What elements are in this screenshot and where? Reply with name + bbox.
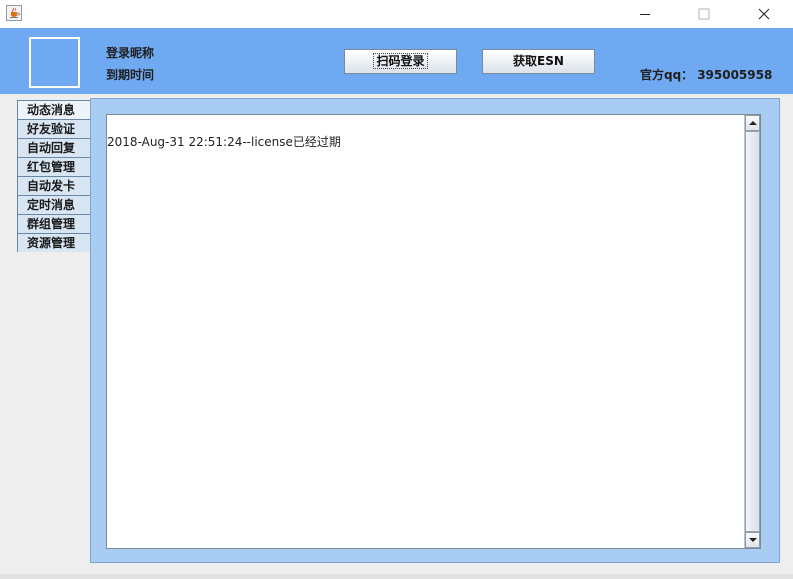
title-bar: [0, 0, 793, 28]
scan-login-label: 扫码登录: [373, 53, 428, 69]
official-qq-label: 官方qq：: [640, 68, 694, 82]
scan-login-button[interactable]: 扫码登录: [344, 49, 457, 74]
maximize-button[interactable]: [681, 0, 727, 28]
scroll-down-button[interactable]: [745, 532, 760, 548]
minimize-icon: [640, 14, 650, 15]
official-qq-number: 395005958: [697, 68, 773, 82]
header-bar: 登录昵称 到期时间 扫码登录 获取ESN 官方qq： 395005958: [0, 28, 793, 94]
tab-scheduled-messages[interactable]: 定时消息: [17, 195, 90, 214]
scroll-thumb[interactable]: [745, 131, 760, 532]
log-line: 2018-Aug-31 22:51:24--license已经过期: [107, 135, 341, 149]
tab-auto-card-delivery[interactable]: 自动发卡: [17, 176, 90, 195]
arrow-up-icon: [749, 121, 757, 125]
tab-dynamic-messages[interactable]: 动态消息: [17, 100, 91, 119]
expiry-label: 到期时间: [106, 68, 155, 82]
message-log-area[interactable]: 2018-Aug-31 22:51:24--license已经过期: [106, 114, 761, 549]
tab-group-management[interactable]: 群组管理: [17, 214, 90, 233]
get-esn-button[interactable]: 获取ESN: [482, 49, 595, 74]
tab-red-packet-management[interactable]: 红包管理: [17, 157, 90, 176]
minimize-button[interactable]: [622, 0, 668, 28]
avatar: [29, 37, 80, 88]
tab-resource-management[interactable]: 资源管理: [17, 233, 90, 252]
window-bottom-edge: [0, 574, 793, 579]
close-button[interactable]: [741, 0, 787, 28]
nickname-label: 登录昵称: [106, 46, 155, 60]
tab-auto-reply[interactable]: 自动回复: [17, 138, 90, 157]
close-icon: [758, 8, 770, 20]
official-qq: 官方qq： 395005958: [640, 66, 772, 83]
vertical-scrollbar[interactable]: [744, 115, 760, 548]
maximize-icon: [698, 8, 710, 20]
tab-friend-verification[interactable]: 好友验证: [17, 119, 90, 138]
java-cup-icon[interactable]: [6, 5, 22, 21]
arrow-down-icon: [749, 538, 757, 542]
scroll-up-button[interactable]: [745, 115, 760, 131]
